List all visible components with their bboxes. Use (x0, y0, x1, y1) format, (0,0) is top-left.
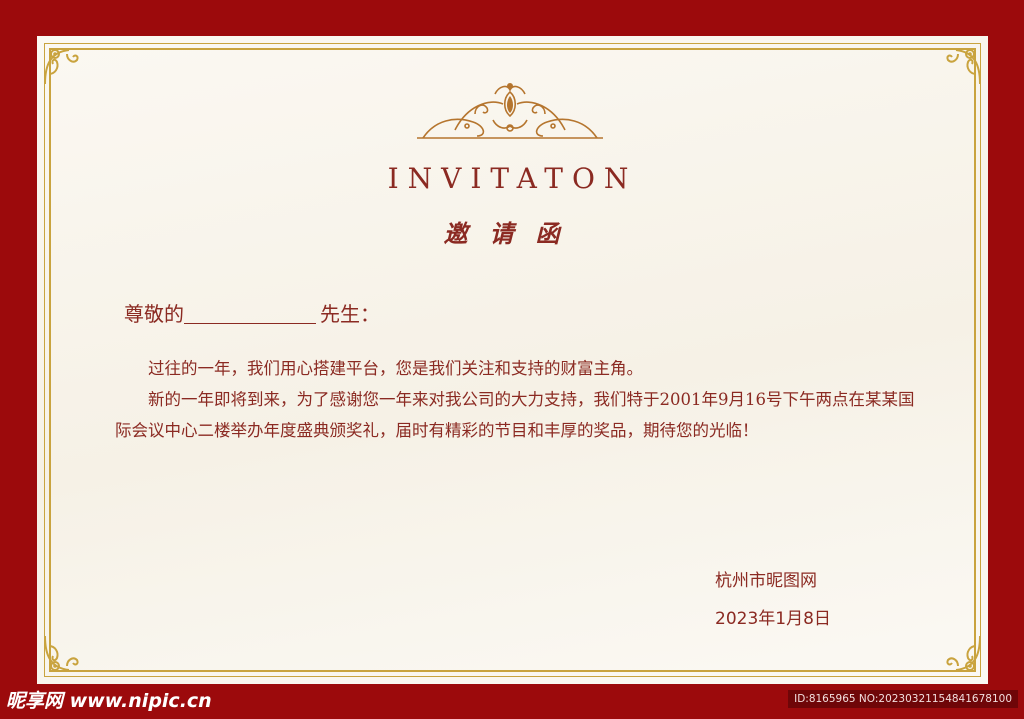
body-paragraph: 新的一年即将到来，为了感谢您一年来对我公司的大力支持，我们特于2001年9月16… (115, 390, 915, 440)
corner-ornament-icon (44, 635, 79, 671)
salutation-suffix: 先生： (320, 302, 380, 326)
crest-ornament-icon (417, 83, 603, 139)
invitation-body: 过往的一年，我们用心搭建平台，您是我们关注和支持的财富主角。 新的一年即将到来，… (115, 353, 925, 446)
corner-ornament-icon (946, 635, 981, 671)
body-paragraph: 过往的一年，我们用心搭建平台，您是我们关注和支持的财富主角。 (148, 359, 643, 378)
watermark-site: 昵享网 www.nipic.cn (6, 690, 212, 712)
invitation-card: INVITATON 邀请函 尊敬的 先生： 过往的一年，我们用心搭建平台，您是我们… (37, 36, 988, 684)
sender-name: 杭州市昵图网 (715, 571, 817, 591)
name-blank-line (184, 305, 316, 324)
watermark-id: ID:8165965 NO:20230321154841678100 (788, 690, 1018, 708)
title-english: INVITATON (387, 162, 638, 195)
salutation: 尊敬的 先生： (124, 298, 380, 327)
invitation-date: 2023年1月8日 (715, 609, 831, 629)
corner-ornament-icon (44, 49, 79, 85)
salutation-prefix: 尊敬的 (124, 302, 184, 326)
title-chinese: 邀请函 (443, 219, 582, 248)
corner-ornament-icon (946, 49, 981, 85)
